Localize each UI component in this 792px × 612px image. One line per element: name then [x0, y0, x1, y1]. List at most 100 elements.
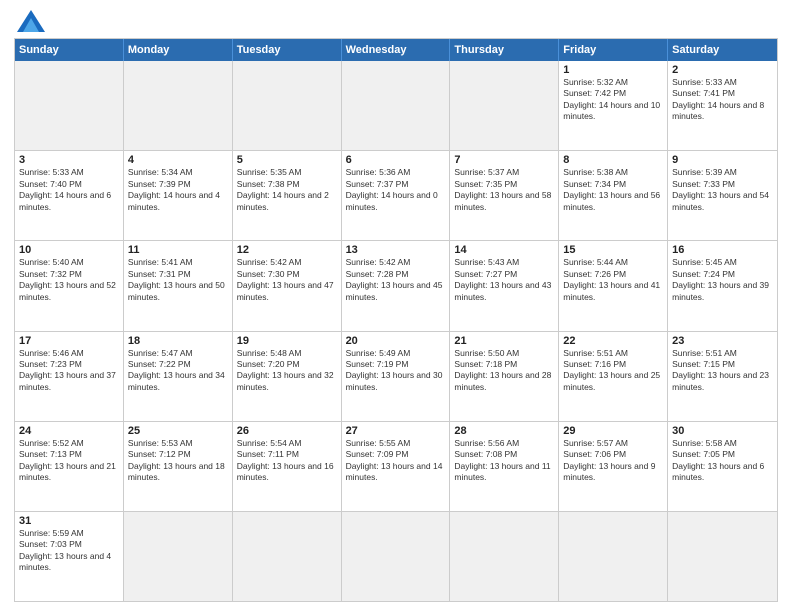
day-number: 18 [128, 335, 228, 347]
day-info: Sunrise: 5:50 AM Sunset: 7:18 PM Dayligh… [454, 348, 554, 394]
calendar-row-2: 10Sunrise: 5:40 AM Sunset: 7:32 PM Dayli… [15, 240, 777, 330]
day-info: Sunrise: 5:59 AM Sunset: 7:03 PM Dayligh… [19, 528, 119, 574]
day-info: Sunrise: 5:43 AM Sunset: 7:27 PM Dayligh… [454, 257, 554, 303]
top-section [14, 10, 778, 32]
day-info: Sunrise: 5:42 AM Sunset: 7:28 PM Dayligh… [346, 257, 446, 303]
calendar-cell-r4c5: 29Sunrise: 5:57 AM Sunset: 7:06 PM Dayli… [559, 422, 668, 511]
day-info: Sunrise: 5:52 AM Sunset: 7:13 PM Dayligh… [19, 438, 119, 484]
day-number: 5 [237, 154, 337, 166]
calendar-cell-r2c4: 14Sunrise: 5:43 AM Sunset: 7:27 PM Dayli… [450, 241, 559, 330]
day-number: 28 [454, 425, 554, 437]
calendar-cell-r1c4: 7Sunrise: 5:37 AM Sunset: 7:35 PM Daylig… [450, 151, 559, 240]
day-number: 30 [672, 425, 773, 437]
day-number: 19 [237, 335, 337, 347]
day-number: 24 [19, 425, 119, 437]
day-info: Sunrise: 5:33 AM Sunset: 7:41 PM Dayligh… [672, 77, 773, 123]
logo-area [14, 10, 45, 32]
day-info: Sunrise: 5:37 AM Sunset: 7:35 PM Dayligh… [454, 167, 554, 213]
page: SundayMondayTuesdayWednesdayThursdayFrid… [0, 0, 792, 612]
calendar: SundayMondayTuesdayWednesdayThursdayFrid… [14, 38, 778, 602]
day-number: 15 [563, 244, 663, 256]
calendar-cell-r2c1: 11Sunrise: 5:41 AM Sunset: 7:31 PM Dayli… [124, 241, 233, 330]
day-number: 22 [563, 335, 663, 347]
calendar-cell-r3c2: 19Sunrise: 5:48 AM Sunset: 7:20 PM Dayli… [233, 332, 342, 421]
calendar-cell-r0c4 [450, 61, 559, 150]
calendar-cell-r1c5: 8Sunrise: 5:38 AM Sunset: 7:34 PM Daylig… [559, 151, 668, 240]
day-info: Sunrise: 5:58 AM Sunset: 7:05 PM Dayligh… [672, 438, 773, 484]
day-info: Sunrise: 5:42 AM Sunset: 7:30 PM Dayligh… [237, 257, 337, 303]
day-info: Sunrise: 5:40 AM Sunset: 7:32 PM Dayligh… [19, 257, 119, 303]
logo-text [14, 10, 45, 32]
day-info: Sunrise: 5:47 AM Sunset: 7:22 PM Dayligh… [128, 348, 228, 394]
calendar-row-4: 24Sunrise: 5:52 AM Sunset: 7:13 PM Dayli… [15, 421, 777, 511]
calendar-cell-r3c3: 20Sunrise: 5:49 AM Sunset: 7:19 PM Dayli… [342, 332, 451, 421]
day-number: 6 [346, 154, 446, 166]
calendar-cell-r0c6: 2Sunrise: 5:33 AM Sunset: 7:41 PM Daylig… [668, 61, 777, 150]
day-info: Sunrise: 5:35 AM Sunset: 7:38 PM Dayligh… [237, 167, 337, 213]
calendar-cell-r0c5: 1Sunrise: 5:32 AM Sunset: 7:42 PM Daylig… [559, 61, 668, 150]
calendar-cell-r3c6: 23Sunrise: 5:51 AM Sunset: 7:15 PM Dayli… [668, 332, 777, 421]
day-info: Sunrise: 5:51 AM Sunset: 7:15 PM Dayligh… [672, 348, 773, 394]
day-number: 8 [563, 154, 663, 166]
day-number: 3 [19, 154, 119, 166]
day-number: 23 [672, 335, 773, 347]
calendar-cell-r0c0 [15, 61, 124, 150]
day-number: 20 [346, 335, 446, 347]
calendar-cell-r4c2: 26Sunrise: 5:54 AM Sunset: 7:11 PM Dayli… [233, 422, 342, 511]
calendar-cell-r4c0: 24Sunrise: 5:52 AM Sunset: 7:13 PM Dayli… [15, 422, 124, 511]
calendar-cell-r4c6: 30Sunrise: 5:58 AM Sunset: 7:05 PM Dayli… [668, 422, 777, 511]
calendar-cell-r2c3: 13Sunrise: 5:42 AM Sunset: 7:28 PM Dayli… [342, 241, 451, 330]
day-number: 9 [672, 154, 773, 166]
day-number: 14 [454, 244, 554, 256]
day-info: Sunrise: 5:44 AM Sunset: 7:26 PM Dayligh… [563, 257, 663, 303]
calendar-row-0: 1Sunrise: 5:32 AM Sunset: 7:42 PM Daylig… [15, 61, 777, 150]
day-number: 11 [128, 244, 228, 256]
calendar-cell-r5c0: 31Sunrise: 5:59 AM Sunset: 7:03 PM Dayli… [15, 512, 124, 601]
calendar-cell-r4c1: 25Sunrise: 5:53 AM Sunset: 7:12 PM Dayli… [124, 422, 233, 511]
day-info: Sunrise: 5:48 AM Sunset: 7:20 PM Dayligh… [237, 348, 337, 394]
day-info: Sunrise: 5:56 AM Sunset: 7:08 PM Dayligh… [454, 438, 554, 484]
calendar-cell-r2c2: 12Sunrise: 5:42 AM Sunset: 7:30 PM Dayli… [233, 241, 342, 330]
calendar-body: 1Sunrise: 5:32 AM Sunset: 7:42 PM Daylig… [15, 61, 777, 601]
calendar-cell-r5c4 [450, 512, 559, 601]
calendar-cell-r0c2 [233, 61, 342, 150]
day-info: Sunrise: 5:38 AM Sunset: 7:34 PM Dayligh… [563, 167, 663, 213]
header-day-monday: Monday [124, 39, 233, 61]
day-info: Sunrise: 5:54 AM Sunset: 7:11 PM Dayligh… [237, 438, 337, 484]
calendar-cell-r5c1 [124, 512, 233, 601]
calendar-cell-r2c5: 15Sunrise: 5:44 AM Sunset: 7:26 PM Dayli… [559, 241, 668, 330]
calendar-cell-r5c5 [559, 512, 668, 601]
calendar-row-3: 17Sunrise: 5:46 AM Sunset: 7:23 PM Dayli… [15, 331, 777, 421]
logo-icon [17, 10, 45, 32]
calendar-cell-r1c2: 5Sunrise: 5:35 AM Sunset: 7:38 PM Daylig… [233, 151, 342, 240]
calendar-cell-r1c3: 6Sunrise: 5:36 AM Sunset: 7:37 PM Daylig… [342, 151, 451, 240]
calendar-cell-r1c1: 4Sunrise: 5:34 AM Sunset: 7:39 PM Daylig… [124, 151, 233, 240]
calendar-cell-r2c6: 16Sunrise: 5:45 AM Sunset: 7:24 PM Dayli… [668, 241, 777, 330]
day-number: 25 [128, 425, 228, 437]
day-info: Sunrise: 5:41 AM Sunset: 7:31 PM Dayligh… [128, 257, 228, 303]
day-number: 17 [19, 335, 119, 347]
header-day-thursday: Thursday [450, 39, 559, 61]
day-info: Sunrise: 5:34 AM Sunset: 7:39 PM Dayligh… [128, 167, 228, 213]
day-number: 29 [563, 425, 663, 437]
day-info: Sunrise: 5:55 AM Sunset: 7:09 PM Dayligh… [346, 438, 446, 484]
header-day-wednesday: Wednesday [342, 39, 451, 61]
day-number: 13 [346, 244, 446, 256]
calendar-cell-r0c1 [124, 61, 233, 150]
day-number: 31 [19, 515, 119, 527]
day-info: Sunrise: 5:53 AM Sunset: 7:12 PM Dayligh… [128, 438, 228, 484]
calendar-cell-r3c4: 21Sunrise: 5:50 AM Sunset: 7:18 PM Dayli… [450, 332, 559, 421]
day-info: Sunrise: 5:45 AM Sunset: 7:24 PM Dayligh… [672, 257, 773, 303]
calendar-cell-r2c0: 10Sunrise: 5:40 AM Sunset: 7:32 PM Dayli… [15, 241, 124, 330]
header-day-friday: Friday [559, 39, 668, 61]
header-day-tuesday: Tuesday [233, 39, 342, 61]
calendar-header: SundayMondayTuesdayWednesdayThursdayFrid… [15, 39, 777, 61]
day-number: 7 [454, 154, 554, 166]
day-number: 27 [346, 425, 446, 437]
day-number: 16 [672, 244, 773, 256]
calendar-cell-r3c5: 22Sunrise: 5:51 AM Sunset: 7:16 PM Dayli… [559, 332, 668, 421]
header-day-saturday: Saturday [668, 39, 777, 61]
calendar-cell-r1c0: 3Sunrise: 5:33 AM Sunset: 7:40 PM Daylig… [15, 151, 124, 240]
day-info: Sunrise: 5:33 AM Sunset: 7:40 PM Dayligh… [19, 167, 119, 213]
day-info: Sunrise: 5:36 AM Sunset: 7:37 PM Dayligh… [346, 167, 446, 213]
